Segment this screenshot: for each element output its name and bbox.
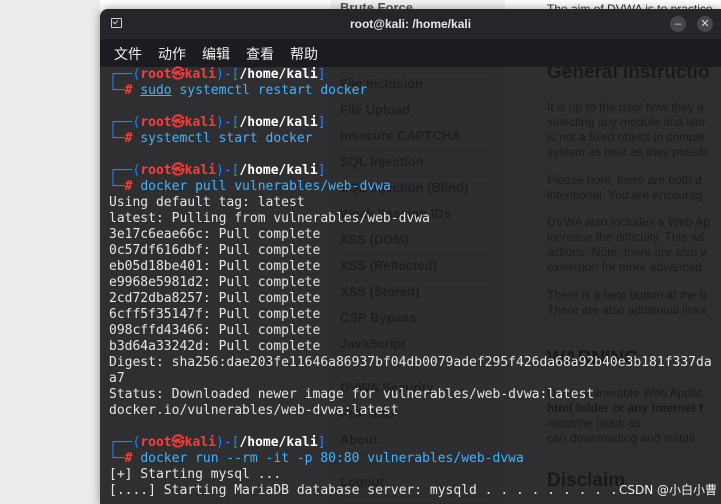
prompt-close: ]: [317, 115, 326, 130]
prompt-sep: )-[: [215, 163, 240, 178]
prompt-sep: )-[: [215, 435, 240, 450]
output-line: Status: Downloaded newer image for vulne…: [109, 387, 595, 402]
prompt-path: /home/kali: [239, 115, 318, 130]
output-line: 0c57df616dbf: Pull complete: [109, 243, 321, 258]
output-line: eb05d18be401: Pull complete: [109, 259, 321, 274]
output-line: 6cff5f35147f: Pull complete: [109, 307, 321, 322]
prompt-user: root㉿kali: [140, 163, 216, 178]
command-line: └─# docker pull vulnerables/web-dvwa: [109, 179, 721, 195]
menu-help[interactable]: 帮助: [290, 44, 318, 64]
menu-bar: 文件 动作 编辑 查看 帮助: [100, 39, 721, 67]
prompt-line: ┌──(root㉿kali)-[/home/kali]: [109, 163, 721, 179]
prompt-corner: └─: [109, 179, 125, 194]
command-line: └─# systemctl start docker: [109, 131, 721, 147]
prompt-path: /home/kali: [239, 435, 318, 450]
menu-view[interactable]: 查看: [246, 44, 274, 64]
command-line: └─# docker run --rm -it -p 80:80 vulnera…: [109, 451, 721, 467]
menu-edit[interactable]: 编辑: [202, 44, 230, 64]
prompt-hash: #: [124, 179, 141, 194]
prompt-user: root㉿kali: [140, 67, 216, 82]
window-title: root@kali: /home/kali: [349, 17, 472, 31]
prompt-close: ]: [317, 67, 326, 82]
menu-file[interactable]: 文件: [114, 44, 142, 64]
prompt-user: root㉿kali: [140, 115, 216, 130]
prompt-sep: )-[: [215, 115, 240, 130]
prompt-corner: └─: [109, 83, 125, 98]
output-line: Using default tag: latest: [109, 195, 305, 210]
prompt-line: ┌──(root㉿kali)-[/home/kali]: [109, 435, 721, 451]
output-line: e9968e5981d2: Pull complete: [109, 275, 321, 290]
prompt-path: /home/kali: [239, 163, 318, 178]
prompt-path: /home/kali: [239, 67, 318, 82]
terminal-window[interactable]: root@kali: /home/kali – ✕ 文件 动作 编辑 查看 帮助…: [100, 9, 721, 504]
title-bar[interactable]: root@kali: /home/kali – ✕: [100, 9, 721, 39]
prompt-corner: ┌──(: [109, 163, 141, 178]
prompt-hash: #: [124, 451, 141, 466]
output-line: 3e17c6eae66c: Pull complete: [109, 227, 321, 242]
prompt-corner: └─: [109, 451, 125, 466]
watermark: CSDN @小白小曹: [618, 483, 717, 497]
prompt-user: root㉿kali: [140, 435, 216, 450]
prompt-line: ┌──(root㉿kali)-[/home/kali]: [109, 67, 721, 83]
output-line: docker.io/vulnerables/web-dvwa:latest: [109, 403, 399, 418]
prompt-line: ┌──(root㉿kali)-[/home/kali]: [109, 115, 721, 131]
command-text: systemctl start docker: [140, 131, 313, 146]
prompt-corner: ┌──(: [109, 67, 141, 82]
output-line: a7: [109, 371, 125, 386]
output-line: b3d64a33242d: Pull complete: [109, 339, 321, 354]
minimize-icon[interactable]: –: [670, 16, 686, 32]
prompt-corner: ┌──(: [109, 115, 141, 130]
close-icon[interactable]: ✕: [697, 16, 713, 32]
output-line: 2cd72dba8257: Pull complete: [109, 291, 321, 306]
prompt-sep: )-[: [215, 67, 240, 82]
output-line: 098cffd43466: Pull complete: [109, 323, 321, 338]
command-line: └─# sudo systemctl restart docker: [109, 83, 721, 99]
prompt-close: ]: [317, 163, 326, 178]
prompt-hash: #: [124, 131, 141, 146]
prompt-close: ]: [317, 435, 326, 450]
prompt-corner: └─: [109, 131, 125, 146]
prompt-corner: ┌──(: [109, 435, 141, 450]
command-sudo: sudo: [140, 83, 172, 98]
command-text: docker run --rm -it -p 80:80 vulnerables…: [140, 451, 524, 466]
command-text: docker pull vulnerables/web-dvwa: [140, 179, 391, 194]
command-text: systemctl restart docker: [171, 83, 368, 98]
menu-action[interactable]: 动作: [158, 44, 186, 64]
output-line: latest: Pulling from vulnerables/web-dvw…: [109, 211, 430, 226]
output-line: Digest: sha256:dae203fe11646a86937bf04db…: [109, 355, 712, 370]
prompt-hash: #: [124, 83, 141, 98]
browser-left-pane: [0, 0, 100, 504]
terminal-output[interactable]: ┌──(root㉿kali)-[/home/kali] └─# sudo syst…: [109, 67, 721, 499]
